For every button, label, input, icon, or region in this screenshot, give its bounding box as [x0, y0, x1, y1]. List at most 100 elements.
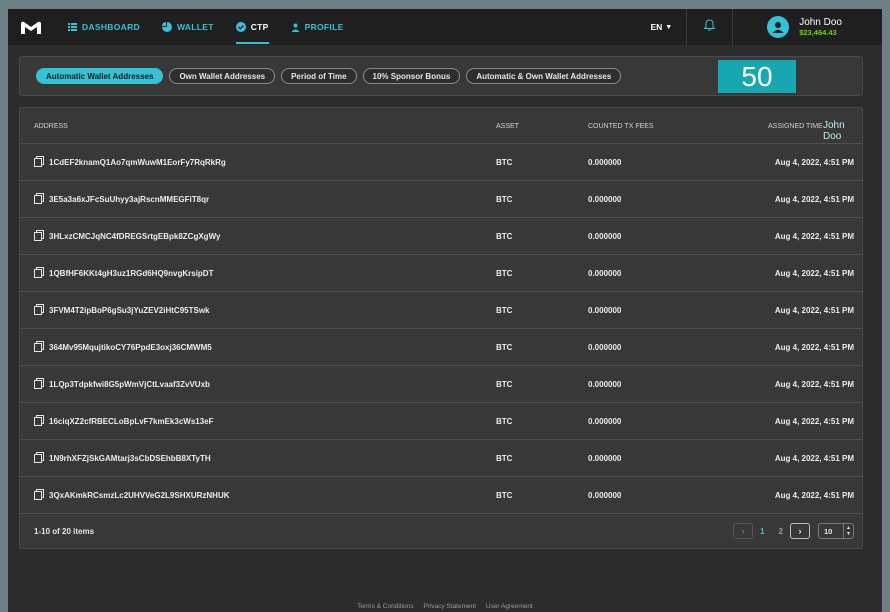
row-asset: BTC [496, 380, 513, 389]
copy-icon[interactable] [34, 452, 44, 465]
filter-sponsor-bonus[interactable]: 10% Sponsor Bonus [362, 68, 461, 84]
row-fees: 0.000000 [588, 232, 622, 241]
table-row[interactable]: 3E5a3a6xJFcSuUhyy3ajRscnMMEGFiT8qr BTC 0.0… [20, 181, 862, 218]
row-assigned-time: Aug 4, 2022, 4:51 PM [774, 417, 854, 426]
copy-icon[interactable] [34, 230, 44, 243]
copy-icon[interactable] [34, 267, 44, 280]
window-frame-top [0, 0, 890, 9]
row-assigned-time: Aug 4, 2022, 4:51 PM [774, 306, 854, 315]
row-address: 3E5a3a6xJFcSuUhyy3ajRscnMMEGFiT8qr [49, 195, 210, 204]
table-row[interactable]: 364Mv95MqujtikoCY76PpdE3oxj36CMWM5 BTC 0.0… [20, 329, 862, 366]
table-row[interactable]: 16ciqXZ2cfRBECLoBpLvF7kmEk3cWs13eF BTC 0.0… [20, 403, 862, 440]
table-row[interactable]: 3FVM4T2ipBoP6gSu3jYuZEV2iHtC95TSwk BTC 0.0… [20, 292, 862, 329]
row-address: 1N9rhXFZjSkGAMtarj3sCbDSEhbB8XTyTH [49, 454, 211, 463]
language-selector[interactable]: EN ▼ [636, 9, 688, 45]
filter-automatic-and-own[interactable]: Automatic & Own Wallet Addresses [466, 68, 622, 84]
row-fees: 0.000000 [588, 195, 622, 204]
row-asset: BTC [496, 454, 513, 463]
column-header-asset[interactable]: ASSET [496, 123, 519, 130]
row-address: 364Mv95MqujtikoCY76PpdE3oxj36CMWM5 [49, 343, 212, 352]
person-icon [291, 23, 300, 32]
count-badge: 50 [718, 60, 796, 93]
table-row[interactable]: 1N9rhXFZjSkGAMtarj3sCbDSEhbB8XTyTH BTC 0.0… [20, 440, 862, 477]
copy-icon[interactable] [34, 341, 44, 354]
list-icon [68, 23, 77, 31]
row-fees: 0.000000 [588, 380, 622, 389]
top-navbar: DASHBOARD WALLET CTP PROFILE EN ▼ John D… [8, 9, 882, 45]
copy-icon[interactable] [34, 378, 44, 391]
table-row[interactable]: 1CdEF2knamQ1Ao7qmWuwM1EorFy7RqRkRg BTC 0.0… [20, 144, 862, 181]
table-footer: 1-10 of 20 items ‹ 1 2 › 10 ▲ ▼ [20, 515, 862, 548]
filter-period-of-time[interactable]: Period of Time [281, 68, 357, 84]
row-assigned-time: Aug 4, 2022, 4:51 PM [774, 380, 854, 389]
brand-logo[interactable] [20, 19, 42, 35]
row-fees: 0.000000 [588, 454, 622, 463]
bell-icon [703, 18, 716, 36]
addresses-table: ADDRESS ASSET COUNTED TX FEES ASSIGNED T… [19, 107, 863, 549]
nav-wallet[interactable]: WALLET [161, 9, 214, 45]
table-row[interactable]: 1QBfHF6KKt4gH3uz1RGd6HQ9nvgKrsipDT BTC 0.0… [20, 255, 862, 292]
nav-dashboard-label: DASHBOARD [82, 22, 140, 32]
spinner-icon[interactable]: ▲ ▼ [843, 524, 853, 538]
window-frame-right [882, 0, 890, 612]
avatar [767, 16, 790, 38]
column-header-assigned-time[interactable]: ASSIGNED TIME [768, 123, 823, 130]
header-overlay-text: John Doo [823, 120, 845, 142]
row-asset: BTC [496, 306, 513, 315]
row-fees: 0.000000 [588, 417, 622, 426]
user-agreement-link[interactable]: User Agreement [486, 603, 533, 610]
user-balance: $23,464.43 [799, 27, 837, 37]
filter-own-wallet[interactable]: Own Wallet Addresses [169, 68, 276, 84]
nav-ctp-label: CTP [250, 22, 269, 32]
column-header-address[interactable]: ADDRESS [34, 123, 68, 130]
page-1[interactable]: 1 [760, 527, 764, 536]
filter-automatic-wallet[interactable]: Automatic Wallet Addresses [36, 68, 164, 84]
row-asset: BTC [496, 343, 513, 352]
copy-icon[interactable] [34, 415, 44, 428]
row-address: 3FVM4T2ipBoP6gSu3jYuZEV2iHtC95TSwk [49, 306, 210, 315]
table-row[interactable]: 3HLxzCMCJqNC4fDREGSrtgEBpk8ZCgXgWy BTC 0.0… [20, 218, 862, 255]
items-range: 1-10 of 20 items [34, 527, 95, 536]
nav-profile[interactable]: PROFILE [291, 9, 344, 45]
row-fees: 0.000000 [588, 306, 622, 315]
page-size-value: 10 [824, 526, 833, 536]
language-value: EN [650, 22, 663, 32]
user-name: John Doo [799, 16, 842, 28]
row-assigned-time: Aug 4, 2022, 4:51 PM [774, 343, 854, 352]
app-root: DASHBOARD WALLET CTP PROFILE EN ▼ John D… [8, 9, 882, 612]
prev-page-button[interactable]: ‹ [733, 523, 754, 539]
copy-icon[interactable] [34, 304, 44, 317]
table-header: ADDRESS ASSET COUNTED TX FEES ASSIGNED T… [20, 108, 862, 144]
row-address: 3QxAKmkRCsmzLc2UHVVeG2L9SHXURzNHUK [49, 491, 230, 500]
copy-icon[interactable] [34, 156, 44, 169]
column-header-fees[interactable]: COUNTED TX FEES [588, 123, 654, 130]
user-menu[interactable]: John Doo $23,464.43 [733, 9, 882, 45]
nav-dashboard[interactable]: DASHBOARD [68, 9, 140, 45]
privacy-link[interactable]: Privacy Statement [423, 603, 476, 610]
table-row[interactable]: 1LQp3Tdpkfwi8G5pWmVjCtLvaaf3ZvVUxb BTC 0.0… [20, 366, 862, 403]
row-assigned-time: Aug 4, 2022, 4:51 PM [774, 491, 854, 500]
row-address: 1CdEF2knamQ1Ao7qmWuwM1EorFy7RqRkRg [49, 158, 226, 167]
row-address: 1QBfHF6KKt4gH3uz1RGd6HQ9nvgKrsipDT [49, 269, 214, 278]
page-footer: Terms & Conditions Privacy Statement Use… [8, 603, 882, 610]
nav-wallet-label: WALLET [176, 22, 214, 32]
terms-link[interactable]: Terms & Conditions [357, 603, 413, 610]
row-asset: BTC [496, 195, 513, 204]
next-page-button[interactable]: › [790, 523, 810, 539]
circle-check-icon [235, 22, 246, 32]
caret-down-icon: ▼ [665, 23, 673, 31]
row-asset: BTC [496, 232, 513, 241]
copy-icon[interactable] [34, 489, 44, 502]
nav-ctp[interactable]: CTP [235, 9, 269, 45]
row-assigned-time: Aug 4, 2022, 4:51 PM [774, 454, 854, 463]
row-fees: 0.000000 [588, 158, 622, 167]
page-2[interactable]: 2 [779, 527, 783, 536]
chevron-right-icon: › [798, 526, 802, 536]
copy-icon[interactable] [34, 193, 44, 206]
row-fees: 0.000000 [588, 491, 622, 500]
notifications-button[interactable] [687, 9, 734, 45]
pagination: ‹ 1 2 › 10 ▲ ▼ [733, 523, 854, 539]
page-size-stepper[interactable]: 10 ▲ ▼ [818, 523, 854, 539]
row-fees: 0.000000 [588, 269, 622, 278]
table-row[interactable]: 3QxAKmkRCsmzLc2UHVVeG2L9SHXURzNHUK BTC 0.0… [20, 477, 862, 514]
